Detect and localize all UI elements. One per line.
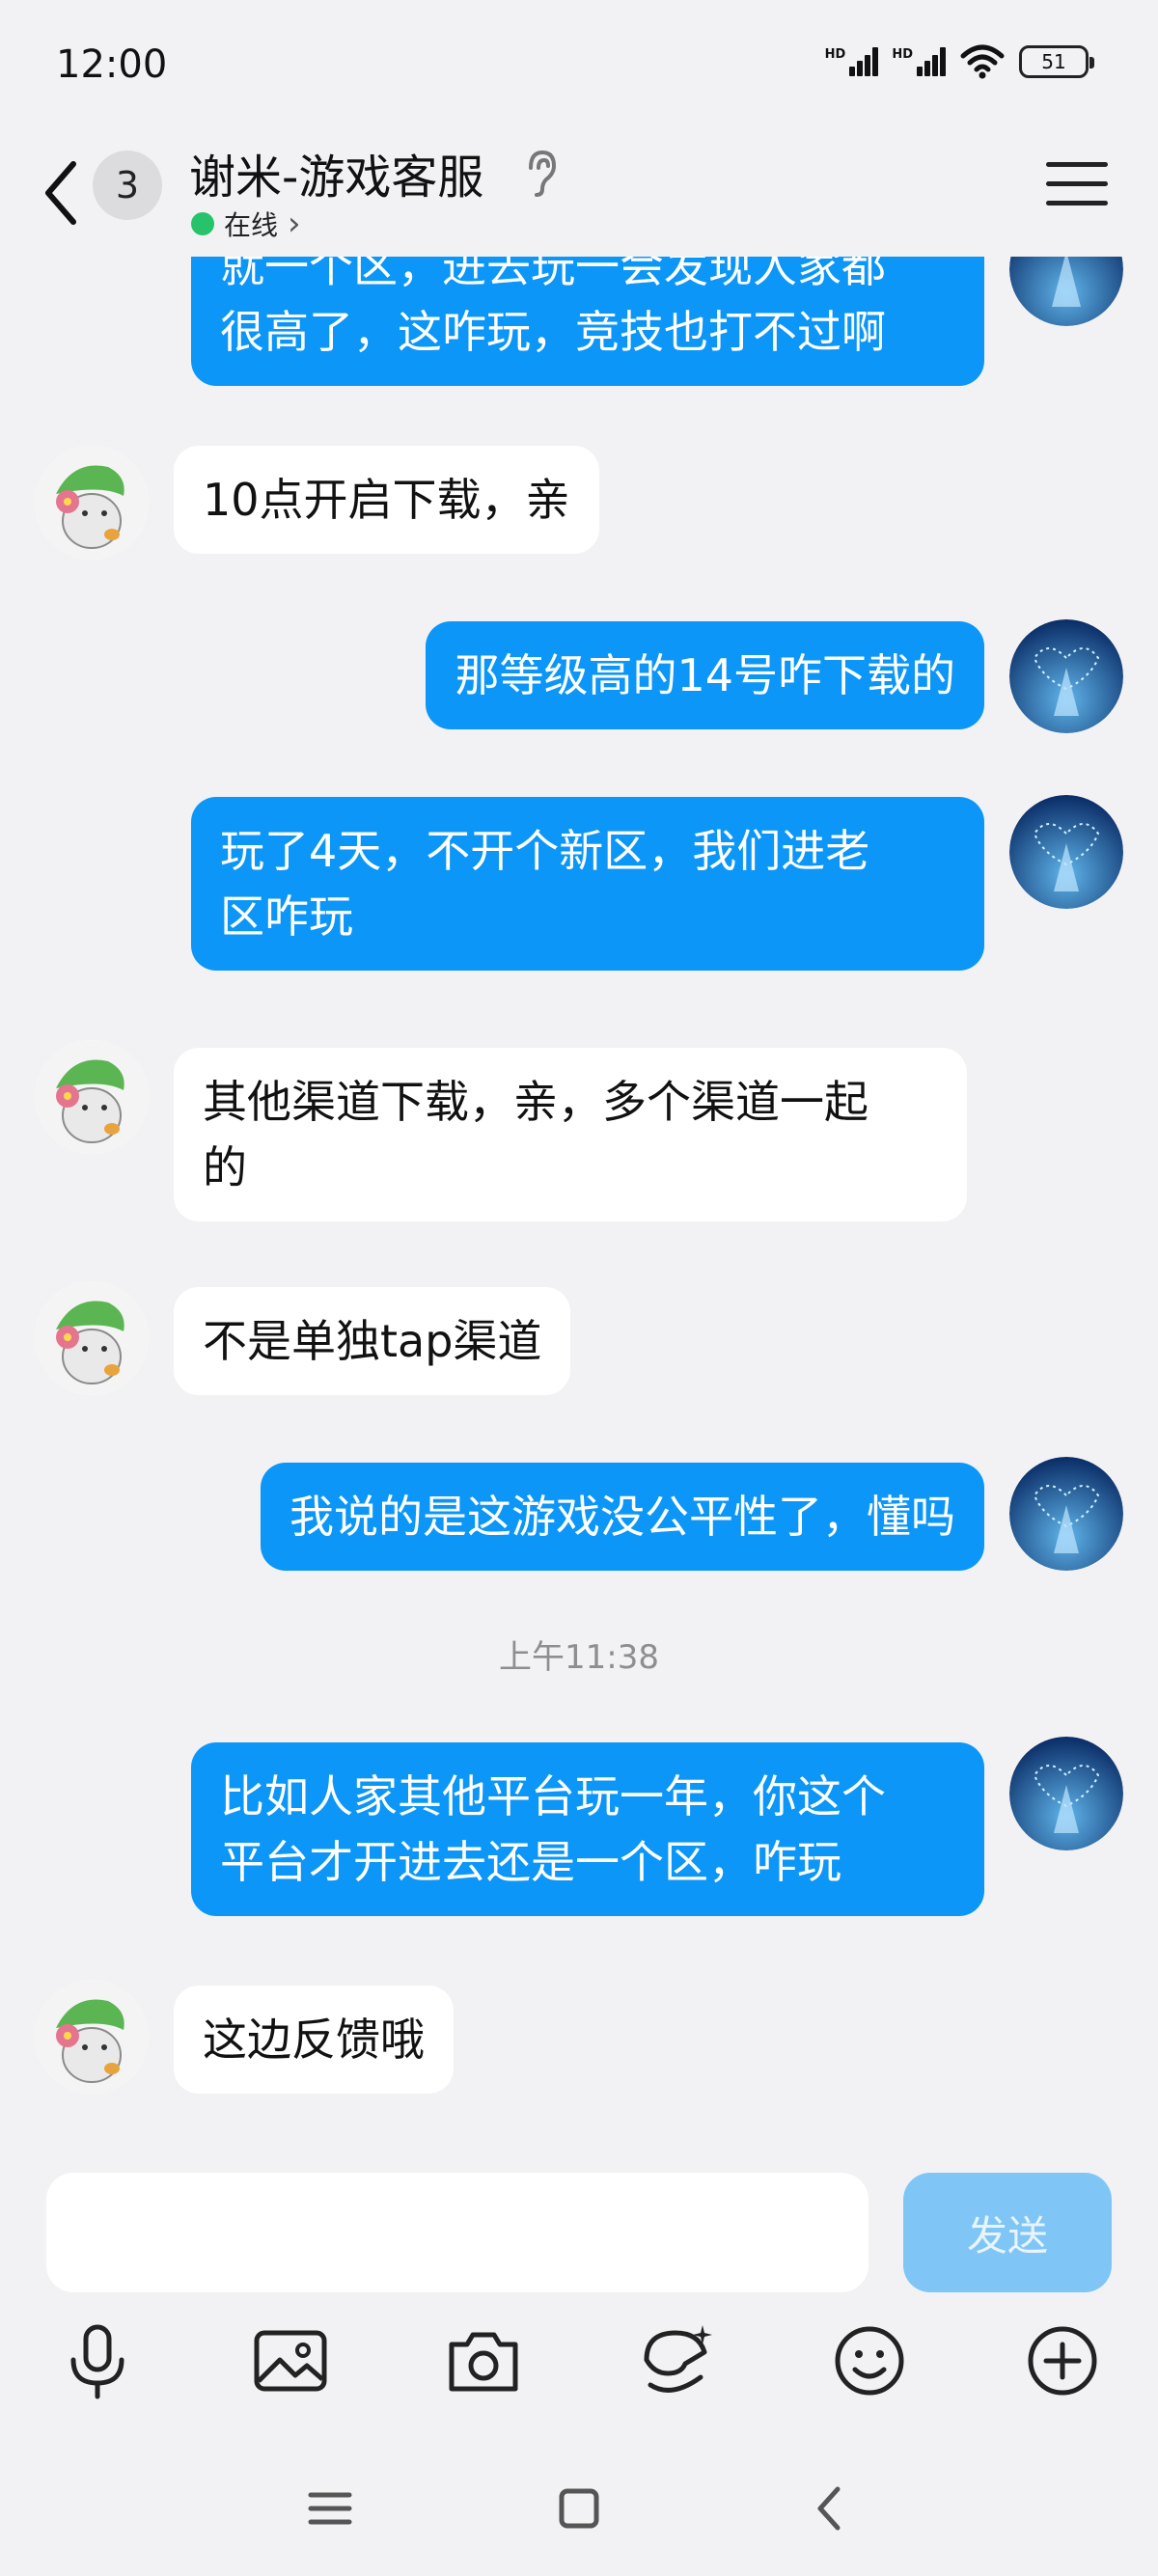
chat-header: 3 谢米-游戏客服 在线 › [0,135,1158,257]
message-list[interactable]: 就一个区，进去玩一会发现人家都 很高了，这咋玩，竞技也打不过啊 10点开启下载，… [0,257,1158,2153]
online-status-label: 在线 [224,209,279,241]
signal-1-icon: HD [825,47,879,76]
message-outgoing: 我说的是这游戏没公平性了，懂吗 [0,1457,1158,1576]
service-avatar[interactable] [35,1980,149,2094]
back-icon[interactable] [801,2480,859,2537]
online-dot-icon [191,212,214,235]
message-bubble[interactable]: 10点开启下载，亲 [174,446,599,554]
message-bubble[interactable]: 不是单独tap渠道 [174,1287,571,1395]
message-bubble[interactable]: 比如人家其他平台玩一年，你这个 平台才开进去还是一个区，咋玩 [191,1742,984,1916]
send-button[interactable]: 发送 [903,2173,1112,2292]
message-input[interactable] [46,2173,868,2292]
online-status[interactable]: 在线 › [191,205,301,243]
message-text-line: 的 [203,1141,247,1193]
message-incoming: 不是单独tap渠道 [0,1281,1158,1401]
message-outgoing: 玩了4天，不开个新区，我们进老 区咋玩 [0,795,1158,988]
image-icon[interactable] [247,2317,334,2404]
ear-icon[interactable] [521,147,560,201]
status-time: 12:00 [56,42,168,87]
back-chevron-icon[interactable] [39,154,87,232]
message-incoming: 这边反馈哦 [0,1980,1158,2099]
message-bubble[interactable]: 其他渠道下载，亲，多个渠道一起 的 [174,1048,967,1221]
message-bubble[interactable]: 就一个区，进去玩一会发现人家都 很高了，这咋玩，竞技也打不过啊 [191,257,984,386]
service-avatar[interactable] [35,1281,149,1395]
message-timestamp: 上午11:38 [499,1638,659,1677]
unread-count-badge[interactable]: 3 [93,151,162,220]
message-outgoing: 就一个区，进去玩一会发现人家都 很高了，这咋玩，竞技也打不过啊 [0,257,1158,405]
message-bubble[interactable]: 玩了4天，不开个新区，我们进老 区咋玩 [191,797,984,971]
microphone-icon[interactable] [54,2317,141,2404]
chat-title[interactable]: 谢米-游戏客服 [189,139,483,206]
user-avatar[interactable] [1009,257,1123,326]
wifi-icon [960,44,1005,79]
hd-label-1: HD [824,47,846,62]
message-incoming: 10点开启下载，亲 [0,446,1158,565]
menu-button[interactable] [1046,162,1108,216]
message-text-line: 就一个区，进去玩一会发现人家都 [220,257,886,292]
message-text-line: 其他渠道下载，亲，多个渠道一起 [203,1076,868,1128]
message-text-line: 玩了4天，不开个新区，我们进老 [220,825,870,877]
user-avatar[interactable] [1009,795,1123,909]
signal-2-icon: HD [892,47,946,76]
service-avatar[interactable] [35,1040,149,1154]
sticker-icon[interactable] [633,2317,720,2404]
system-nav-bar [0,2460,1158,2576]
user-avatar[interactable] [1009,1457,1123,1571]
message-text-line: 平台才开进去还是一个区，咋玩 [220,1836,841,1888]
message-incoming: 其他渠道下载，亲，多个渠道一起 的 [0,1040,1158,1233]
message-text-line: 很高了，这咋玩，竞技也打不过啊 [220,306,886,358]
battery-level: 51 [1041,50,1066,73]
plus-icon[interactable] [1019,2317,1106,2404]
home-square-icon[interactable] [550,2480,608,2537]
camera-icon[interactable] [440,2317,527,2404]
composer-toolbar [0,2317,1158,2433]
message-bubble[interactable]: 那等级高的14号咋下载的 [426,621,984,729]
status-icons: HD HD 51 [825,44,1094,79]
emoji-icon[interactable] [826,2317,913,2404]
message-text-line: 比如人家其他平台玩一年，你这个 [220,1770,886,1822]
hd-label-2: HD [892,47,913,62]
message-outgoing: 那等级高的14号咋下载的 [0,619,1158,739]
status-bar: 12:00 HD HD 51 [0,0,1158,135]
menu-icon[interactable] [301,2480,359,2537]
service-avatar[interactable] [35,446,149,560]
message-text-line: 区咋玩 [220,891,353,943]
composer: 发送 [0,2153,1158,2576]
message-bubble[interactable]: 这边反馈哦 [174,1986,454,2094]
user-avatar[interactable] [1009,619,1123,733]
message-outgoing: 比如人家其他平台玩一年，你这个 平台才开进去还是一个区，咋玩 [0,1737,1158,1930]
user-avatar[interactable] [1009,1737,1123,1850]
chevron-right-icon: › [288,205,301,243]
battery-icon: 51 [1019,45,1094,78]
message-bubble[interactable]: 我说的是这游戏没公平性了，懂吗 [261,1463,984,1571]
